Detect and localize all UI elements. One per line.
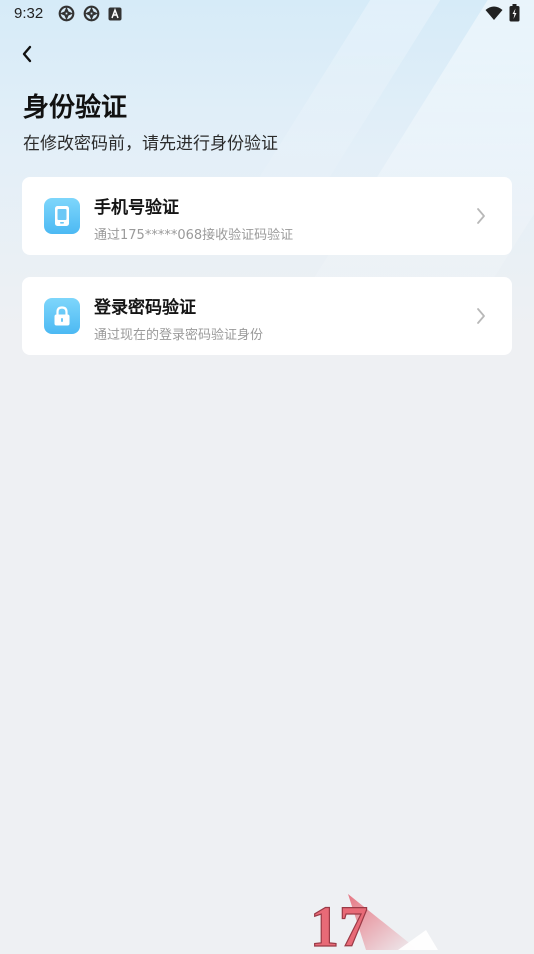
status-system-icons — [485, 4, 520, 26]
chevron-right-icon — [474, 305, 488, 327]
page-subtitle: 在修改密码前，请先进行身份验证 — [23, 134, 278, 154]
option-title: 登录密码验证 — [94, 298, 196, 318]
option-description: 通过现在的登录密码验证身份 — [94, 328, 264, 343]
phone-verification-option[interactable]: 手机号验证 通过175*****068接收验证码验证 — [22, 177, 512, 255]
back-button[interactable] — [14, 43, 40, 69]
status-bar: 9:32 — [0, 0, 534, 28]
password-verification-option[interactable]: 登录密码验证 通过现在的登录密码验证身份 — [22, 277, 512, 355]
app-notification-icon — [83, 5, 100, 26]
page-title: 身份验证 — [23, 93, 128, 123]
keyboard-a-icon — [108, 7, 122, 25]
svg-text:17: 17 — [310, 894, 368, 950]
option-description: 通过175*****068接收验证码验证 — [94, 228, 294, 243]
status-notification-icons — [58, 5, 122, 26]
chevron-right-icon — [474, 205, 488, 227]
battery-charging-icon — [509, 4, 520, 26]
option-title: 手机号验证 — [94, 198, 179, 218]
watermark-logo: 17 — [308, 888, 438, 954]
app-notification-icon — [58, 5, 75, 26]
status-time: 9:32 — [14, 5, 44, 22]
chevron-left-icon — [21, 45, 33, 67]
lock-icon — [44, 298, 80, 334]
wifi-icon — [485, 6, 503, 25]
phone-icon — [44, 198, 80, 234]
